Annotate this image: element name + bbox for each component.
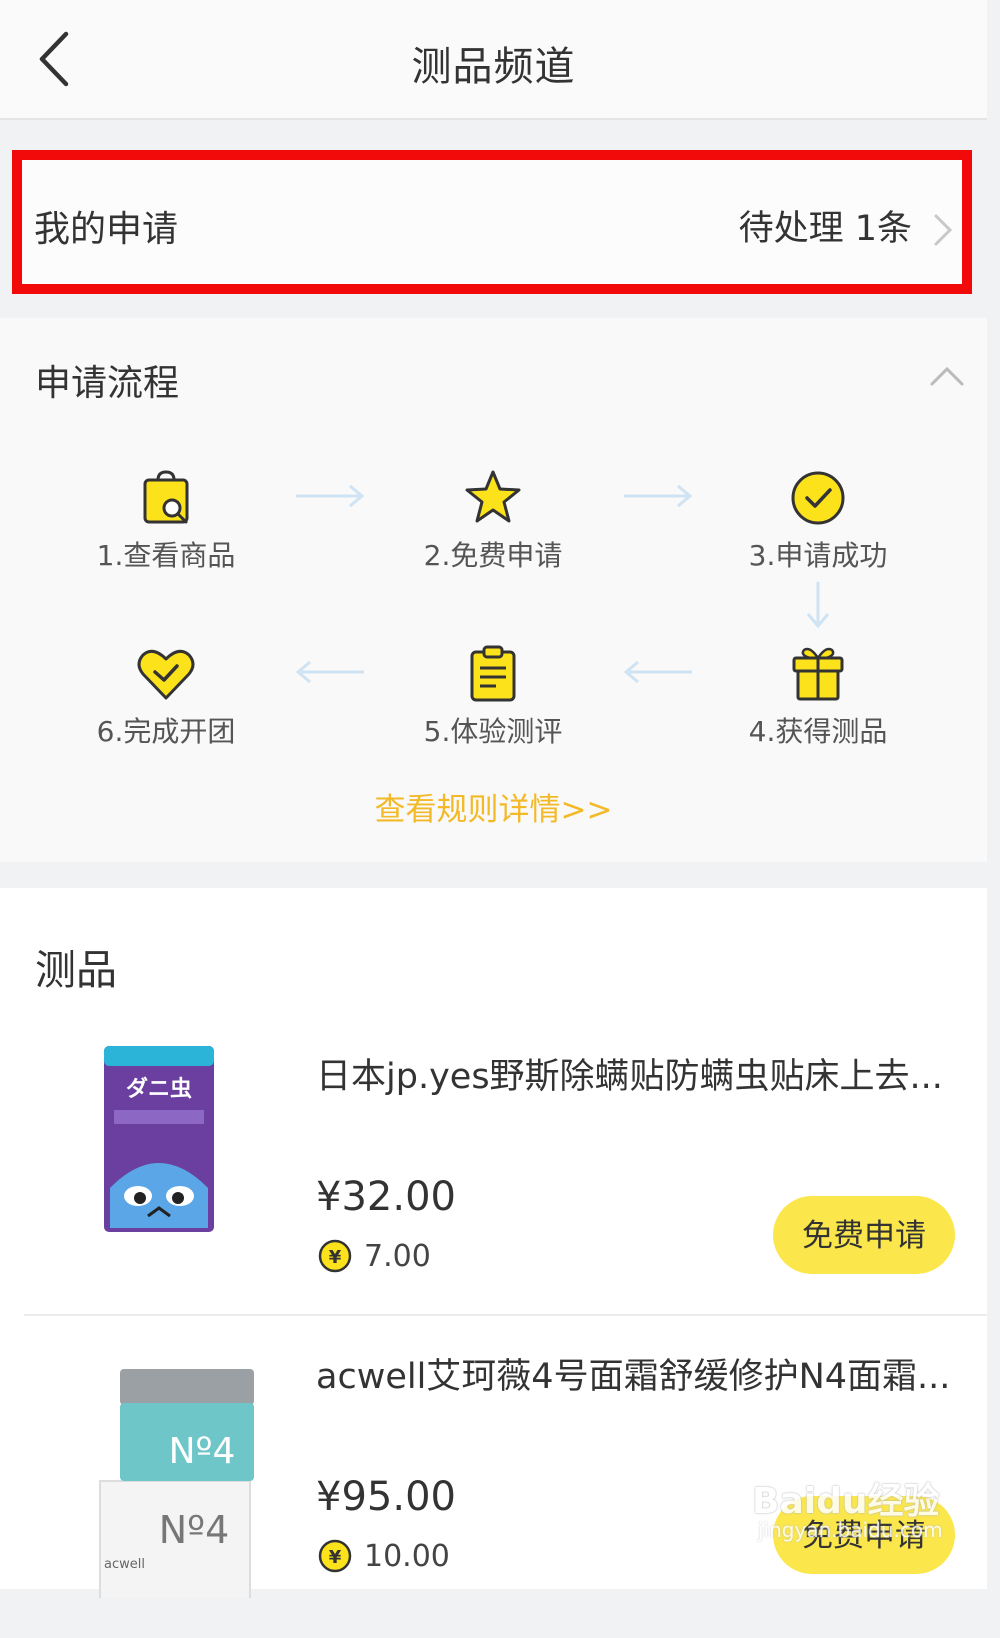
product-image-brand: acwell	[104, 1557, 145, 1572]
svg-text:¥: ¥	[329, 1547, 342, 1568]
product-image: Nº4 acwell Nº4	[99, 1369, 254, 1598]
clipboard-icon	[470, 645, 516, 702]
process-title: 申请流程	[35, 363, 180, 404]
chevron-up-icon[interactable]	[926, 363, 968, 389]
step-complete-group: 6.完成开团	[56, 644, 276, 750]
step-get-product: 4.获得测品	[708, 644, 928, 750]
step-label: 1.查看商品	[96, 539, 236, 572]
product-title[interactable]: 日本jp.yes野斯除螨贴防螨虫贴床上去...	[316, 1048, 966, 1099]
step-free-apply: 2.免费申请	[383, 468, 603, 574]
page-title: 测品频道	[411, 44, 576, 90]
yuan-coin-icon: ¥	[318, 1539, 352, 1573]
arrow-left-icon	[295, 660, 364, 684]
step-label: 6.完成开团	[96, 715, 236, 748]
products-title: 测品	[35, 946, 117, 994]
product-image-box-label: Nº4	[159, 1508, 230, 1552]
coin-value: 10.00	[364, 1538, 450, 1574]
product-image: ダニ虫	[104, 1046, 214, 1232]
coin-value-row: ¥ 7.00	[316, 1236, 431, 1276]
step-label: 2.免费申请	[423, 539, 563, 572]
svg-text:¥: ¥	[329, 1247, 342, 1268]
step-view-product: 1.查看商品	[56, 468, 276, 574]
step-apply-success: 3.申请成功	[708, 468, 928, 574]
watermark-text: Baidu经验	[752, 1481, 940, 1522]
gift-icon	[792, 647, 844, 701]
view-rules-link[interactable]: 查看规则详情>>	[0, 784, 987, 829]
product-image-label: ダニ虫	[126, 1076, 192, 1102]
yuan-coin-icon: ¥	[318, 1239, 352, 1273]
baidu-watermark: Baidu经验 jingyan.baidu.com	[752, 1460, 943, 1550]
free-apply-button[interactable]: 免费申请	[773, 1196, 955, 1274]
my-application-label: 我的申请	[34, 209, 179, 250]
arrow-left-icon	[623, 660, 692, 684]
arrow-down-icon	[806, 582, 830, 629]
watermark-url: jingyan.baidu.com	[758, 1518, 943, 1542]
shopping-bag-search-icon	[143, 470, 189, 524]
top-nav-bar: 测品频道	[0, 0, 987, 120]
step-experience-review: 5.体验测评	[383, 644, 603, 750]
product-title[interactable]: acwell艾珂薇4号面霜舒缓修护N4面霜...	[316, 1348, 966, 1399]
product-price: ¥95.00	[316, 1474, 456, 1520]
star-icon	[465, 470, 521, 523]
pending-count: 待处理 1条	[738, 209, 912, 249]
arrow-right-icon	[296, 484, 365, 508]
step-label: 3.申请成功	[748, 539, 888, 572]
step-label: 5.体验测评	[423, 715, 563, 748]
step-label: 4.获得测品	[748, 715, 888, 748]
coin-value-row: ¥ 10.00	[316, 1536, 450, 1576]
check-circle-icon	[791, 471, 845, 525]
application-process-section: 申请流程 1.查看商品 2.免费申请 3.申请成功 6.完成开团 5.体验测评 …	[0, 318, 987, 862]
arrow-right-icon	[624, 484, 693, 508]
my-application-row[interactable]: 我的申请 待处理 1条	[12, 150, 972, 294]
coin-value: 7.00	[364, 1238, 431, 1274]
heart-icon	[137, 649, 195, 700]
product-card[interactable]: ダニ虫 日本jp.yes野斯除螨贴防螨虫贴床上去... ¥32.00 ¥ 7.0…	[24, 1018, 987, 1316]
product-price: ¥32.00	[316, 1174, 456, 1220]
product-image-jar-label: Nº4	[169, 1431, 236, 1472]
chevron-right-icon	[934, 214, 953, 246]
